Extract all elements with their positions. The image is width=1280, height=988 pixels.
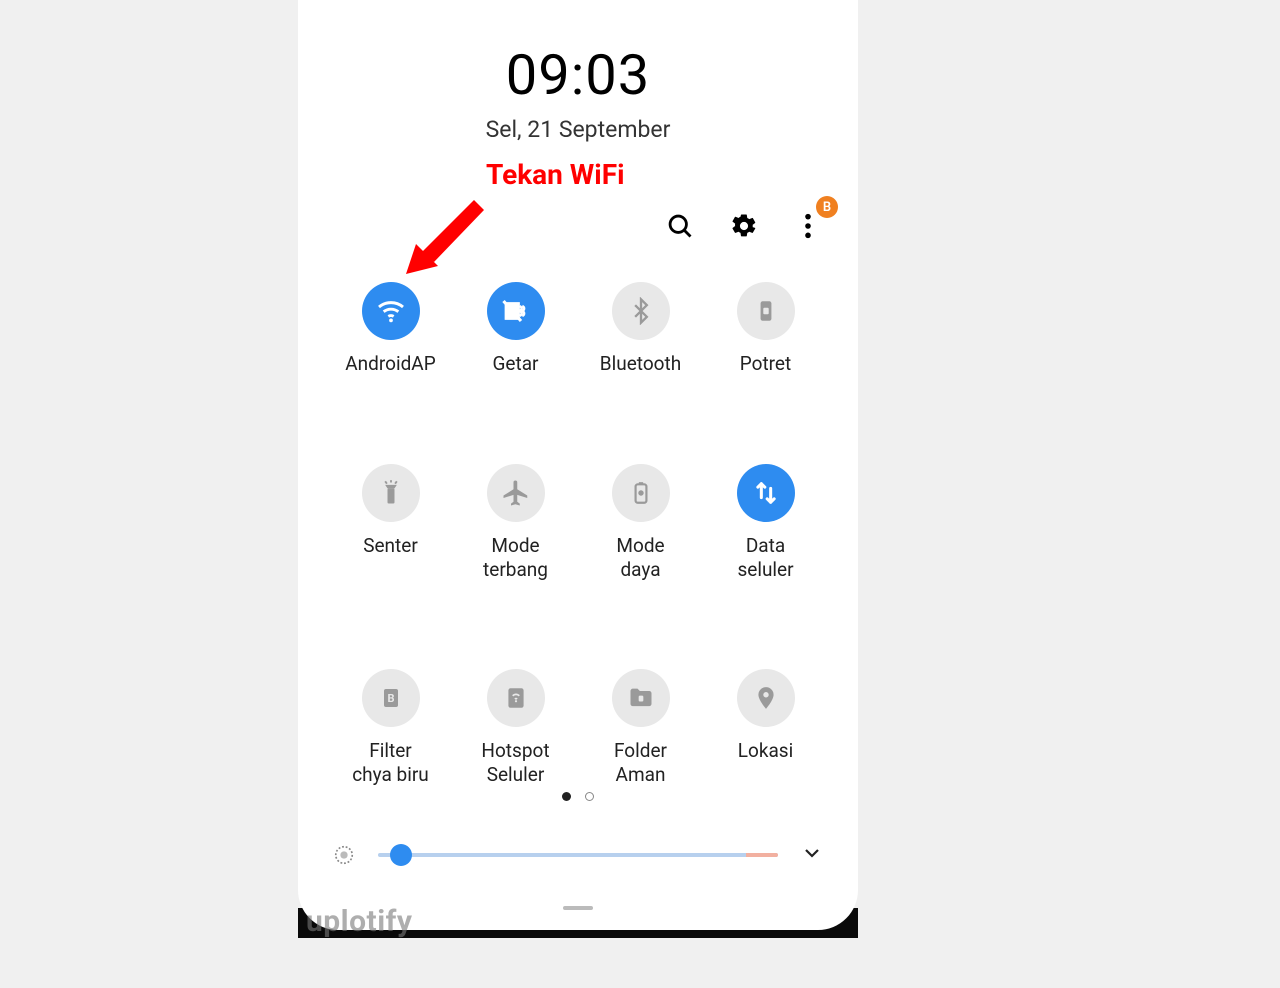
tile-label: Mode terbang <box>483 534 548 582</box>
annotation-label: Tekan WiFi <box>486 158 625 191</box>
tile-label: Hotspot Seluler <box>481 739 549 787</box>
vibrate-icon <box>487 282 545 340</box>
brightness-row <box>298 840 858 870</box>
home-handle[interactable] <box>563 906 593 910</box>
chevron-down-icon <box>800 841 824 865</box>
tile-label: AndroidAP <box>345 352 435 376</box>
tile-label: Potret <box>740 352 791 376</box>
tile-label: Getar <box>492 352 538 376</box>
watermark: uplotify <box>306 904 412 939</box>
svg-text:B: B <box>387 692 394 705</box>
more-vertical-icon <box>804 212 812 240</box>
page-dot[interactable] <box>585 792 594 801</box>
tile-label: Data seluler <box>737 534 793 582</box>
page-indicator <box>298 792 858 801</box>
quick-tiles-grid: AndroidAP Getar Bluetooth Potret Senter Mode … <box>298 282 858 787</box>
portrait-icon <box>737 282 795 340</box>
clock-time: 09:03 <box>298 42 858 108</box>
tile-hotspot[interactable]: Hotspot Seluler <box>456 669 576 787</box>
quick-settings-panel: 09:03 Sel, 21 September B AndroidAP Getar… <box>298 0 858 930</box>
brightness-slider[interactable] <box>378 840 778 870</box>
more-button[interactable]: B <box>792 210 824 242</box>
tile-label: Lokasi <box>738 739 793 763</box>
tile-portrait[interactable]: Potret <box>706 282 826 376</box>
clock-date: Sel, 21 September <box>298 116 858 143</box>
gear-icon <box>730 212 758 240</box>
tile-label: Folder Aman <box>614 739 667 787</box>
page-dot-active <box>562 792 571 801</box>
wifi-icon <box>362 282 420 340</box>
tile-vibrate[interactable]: Getar <box>456 282 576 376</box>
annotation-arrow-icon <box>402 192 492 282</box>
tile-label: Filter chya biru <box>352 739 429 787</box>
hotspot-icon <box>487 669 545 727</box>
tile-securefolder[interactable]: Folder Aman <box>581 669 701 787</box>
tile-flashlight[interactable]: Senter <box>331 464 451 582</box>
settings-button[interactable] <box>728 210 760 242</box>
tile-label: Mode daya <box>616 534 664 582</box>
expand-button[interactable] <box>800 841 824 869</box>
tile-wifi[interactable]: AndroidAP <box>331 282 451 376</box>
flashlight-icon <box>362 464 420 522</box>
battery-icon <box>612 464 670 522</box>
brightness-icon <box>332 843 356 867</box>
slider-thumb[interactable] <box>390 844 412 866</box>
tile-label: Senter <box>363 534 418 558</box>
tile-location[interactable]: Lokasi <box>706 669 826 787</box>
tile-bluelight[interactable]: B Filter chya biru <box>331 669 451 787</box>
airplane-icon <box>487 464 545 522</box>
search-icon <box>666 212 694 240</box>
notification-badge: B <box>816 196 838 218</box>
location-icon <box>737 669 795 727</box>
data-icon <box>737 464 795 522</box>
folder-icon <box>612 669 670 727</box>
panel-toolbar: B <box>664 210 824 242</box>
tile-label: Bluetooth <box>600 352 681 376</box>
bluelight-icon: B <box>362 669 420 727</box>
tile-mobiledata[interactable]: Data seluler <box>706 464 826 582</box>
tile-airplane[interactable]: Mode terbang <box>456 464 576 582</box>
search-button[interactable] <box>664 210 696 242</box>
tile-power[interactable]: Mode daya <box>581 464 701 582</box>
tile-bluetooth[interactable]: Bluetooth <box>581 282 701 376</box>
bluetooth-icon <box>612 282 670 340</box>
